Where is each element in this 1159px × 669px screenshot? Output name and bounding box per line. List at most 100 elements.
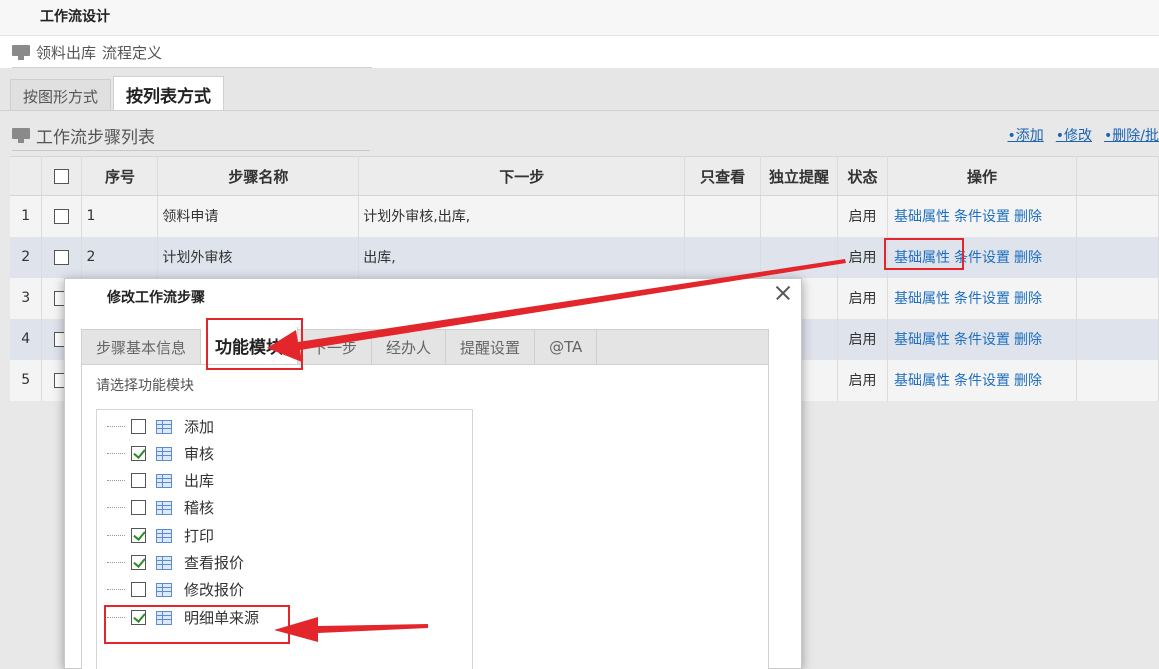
col-operations: 操作 bbox=[887, 156, 1077, 196]
filler bbox=[1076, 359, 1159, 401]
monitor-icon bbox=[12, 45, 30, 60]
step-seq: 1 bbox=[81, 195, 159, 237]
col-next-step: 下一步 bbox=[358, 156, 686, 196]
table-icon bbox=[156, 419, 172, 434]
module-label: 审核 bbox=[184, 445, 215, 463]
filler bbox=[1076, 195, 1159, 237]
table-row: 1 1 领料申请 计划外审核,出库, 启用 基础属性 条件设置 删除 bbox=[10, 195, 1159, 237]
highlight-basic-props bbox=[884, 238, 964, 270]
module-item[interactable]: 出库 bbox=[97, 467, 214, 494]
basic-props-link[interactable]: 基础属性 bbox=[894, 373, 950, 389]
step-status: 启用 bbox=[837, 236, 889, 278]
step-ops: 基础属性 条件设置 删除 bbox=[887, 359, 1077, 401]
delete-step-link[interactable]: 删除 bbox=[1014, 291, 1042, 307]
table-icon bbox=[156, 582, 172, 597]
module-checkbox[interactable] bbox=[131, 528, 146, 543]
module-checkbox[interactable] bbox=[131, 473, 146, 488]
step-ops: 基础属性 条件设置 删除 bbox=[887, 277, 1077, 319]
module-checkbox[interactable] bbox=[131, 419, 146, 434]
condition-link[interactable]: 条件设置 bbox=[954, 373, 1010, 389]
row-select[interactable] bbox=[41, 236, 83, 278]
row-number: 2 bbox=[10, 236, 43, 278]
col-view-only: 只查看 bbox=[684, 156, 762, 196]
module-checkbox[interactable] bbox=[131, 500, 146, 515]
delete-step-link[interactable]: 删除 bbox=[1014, 332, 1042, 348]
col-reminder: 独立提醒 bbox=[760, 156, 839, 196]
module-item[interactable]: 修改报价 bbox=[97, 576, 244, 603]
basic-props-link[interactable]: 基础属性 bbox=[894, 209, 950, 225]
table-icon bbox=[156, 473, 172, 488]
condition-link[interactable]: 条件设置 bbox=[954, 332, 1010, 348]
tab-graph-view[interactable]: 按图形方式 bbox=[10, 79, 112, 112]
module-item[interactable]: 添加 bbox=[97, 413, 214, 440]
row-checkbox[interactable] bbox=[54, 249, 70, 265]
module-hint: 请选择功能模块 bbox=[96, 378, 194, 394]
col-rownum bbox=[10, 156, 43, 196]
row-select[interactable] bbox=[41, 195, 83, 237]
module-item[interactable]: 查看报价 bbox=[97, 549, 244, 576]
condition-link[interactable]: 条件设置 bbox=[954, 291, 1010, 307]
module-label: 打印 bbox=[184, 527, 215, 545]
module-label: 修改报价 bbox=[184, 581, 245, 599]
row-checkbox[interactable] bbox=[54, 208, 70, 224]
step-view-only bbox=[684, 236, 762, 278]
breadcrumb: 领料出库 流程定义 bbox=[12, 38, 372, 68]
row-number: 1 bbox=[10, 195, 43, 237]
filler bbox=[1076, 318, 1159, 360]
table-icon bbox=[156, 555, 172, 570]
tab-basic-info[interactable]: 步骤基本信息 bbox=[82, 330, 202, 364]
view-tabs: 按图形方式 按列表方式 bbox=[10, 76, 226, 112]
step-reminder bbox=[760, 236, 839, 278]
select-all-checkbox[interactable] bbox=[54, 169, 70, 184]
delete-step-link[interactable]: 删除 bbox=[1014, 209, 1042, 225]
table-header: 序号 步骤名称 下一步 只查看 独立提醒 状态 操作 bbox=[10, 156, 1159, 196]
col-select-all[interactable] bbox=[41, 156, 83, 196]
table-icon bbox=[156, 500, 172, 515]
module-checkbox[interactable] bbox=[131, 582, 146, 597]
step-ops: 基础属性 条件设置 删除 bbox=[887, 195, 1077, 237]
step-view-only bbox=[684, 195, 762, 237]
dialog-tabs: 步骤基本信息 功能模块 下一步 经办人 提醒设置 @TA bbox=[81, 327, 769, 365]
delete-link[interactable]: •删除/批 bbox=[1104, 125, 1159, 145]
tab-at-ta[interactable]: @TA bbox=[535, 330, 598, 364]
module-label: 查看报价 bbox=[184, 554, 245, 572]
table-row: 2 2 计划外审核 出库, 启用 基础属性 条件设置 删除 bbox=[10, 236, 1159, 278]
breadcrumb-page: 流程定义 bbox=[102, 44, 163, 62]
tab-next-step[interactable]: 下一步 bbox=[298, 330, 373, 364]
step-reminder bbox=[760, 195, 839, 237]
table-icon bbox=[156, 446, 172, 461]
highlight-detail-source bbox=[104, 605, 290, 644]
step-next: 计划外审核,出库, bbox=[358, 195, 686, 237]
close-icon[interactable] bbox=[773, 283, 793, 303]
module-label: 稽核 bbox=[184, 499, 215, 517]
tab-handler[interactable]: 经办人 bbox=[372, 330, 447, 364]
condition-link[interactable]: 条件设置 bbox=[954, 209, 1010, 225]
module-item[interactable]: 打印 bbox=[97, 522, 214, 549]
section-title-text: 工作流步骤列表 bbox=[36, 128, 155, 148]
step-next: 出库, bbox=[358, 236, 686, 278]
col-step-name: 步骤名称 bbox=[157, 156, 360, 196]
module-label: 出库 bbox=[184, 472, 215, 490]
step-status: 启用 bbox=[837, 277, 889, 319]
edit-link[interactable]: •修改 bbox=[1056, 125, 1092, 145]
monitor-icon bbox=[12, 128, 30, 143]
add-link[interactable]: •添加 bbox=[1007, 125, 1043, 145]
section-title: 工作流步骤列表 bbox=[12, 121, 370, 151]
breadcrumb-workflow: 领料出库 bbox=[36, 44, 97, 62]
row-number: 3 bbox=[10, 277, 43, 319]
module-item[interactable]: 审核 bbox=[97, 440, 214, 467]
dialog-title: 修改工作流步骤 bbox=[107, 290, 205, 306]
tab-list-view[interactable]: 按列表方式 bbox=[113, 76, 225, 112]
basic-props-link[interactable]: 基础属性 bbox=[894, 291, 950, 307]
highlight-function-tab bbox=[206, 318, 303, 370]
module-checkbox[interactable] bbox=[131, 555, 146, 570]
module-item[interactable]: 稽核 bbox=[97, 494, 214, 521]
filler bbox=[1076, 277, 1159, 319]
tab-reminder[interactable]: 提醒设置 bbox=[446, 330, 536, 364]
step-status: 启用 bbox=[837, 359, 889, 401]
module-checkbox[interactable] bbox=[131, 446, 146, 461]
step-status: 启用 bbox=[837, 318, 889, 360]
delete-step-link[interactable]: 删除 bbox=[1014, 250, 1042, 266]
basic-props-link[interactable]: 基础属性 bbox=[894, 332, 950, 348]
delete-step-link[interactable]: 删除 bbox=[1014, 373, 1042, 389]
